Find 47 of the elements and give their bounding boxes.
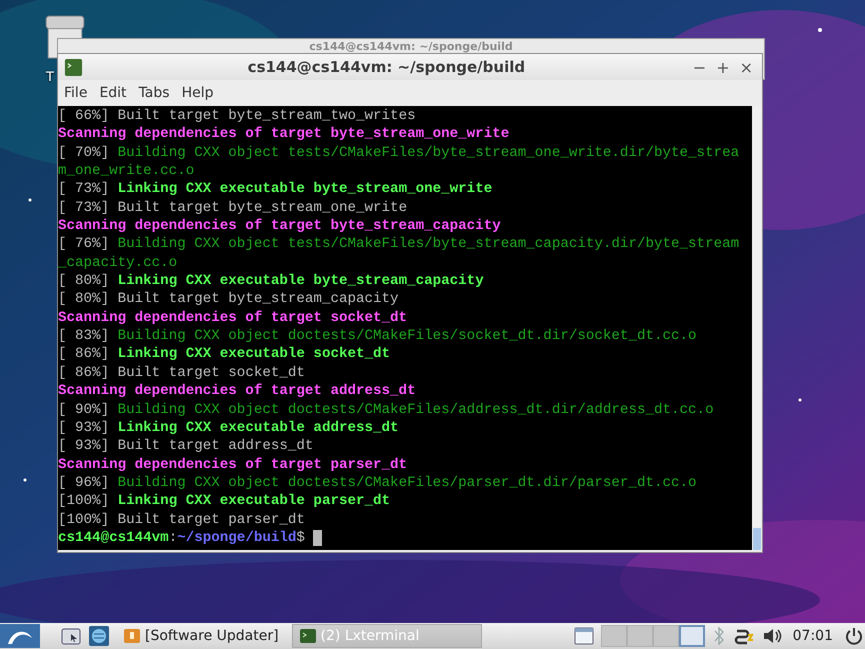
- scrollbar-thumb[interactable]: [753, 528, 761, 550]
- window-control[interactable]: ×: [736, 58, 756, 76]
- terminal-icon: [64, 58, 83, 76]
- window-control[interactable]: +: [713, 58, 733, 76]
- start-menu-icon[interactable]: [0, 623, 40, 649]
- terminal-line: [ 83%] Building CXX object doctests/CMakeFiles/socket_dt.dir/socket_dt.cc.o: [58, 327, 698, 346]
- clock[interactable]: 07:01: [792, 628, 833, 644]
- terminal-line: Scanning dependencies of target address_dt: [58, 382, 417, 400]
- text-cursor: [312, 530, 322, 546]
- menu-item[interactable]: Edit: [95, 85, 131, 101]
- terminal-line: Scanning dependencies of target socket_dt: [58, 308, 408, 328]
- terminal-line: m_one_write.cc.o: [58, 162, 196, 180]
- terminal-icon: [298, 627, 317, 645]
- menu-item[interactable]: File: [60, 85, 92, 101]
- prompt-line: cs144@cs144vm:~/sponge/build$: [58, 528, 305, 548]
- desktop-icon-label: T: [46, 70, 54, 85]
- terminal-line: [ 73%] Linking CXX executable byte_stream_one_write: [58, 180, 494, 199]
- workspace-button[interactable]: [678, 625, 705, 647]
- terminal-line: [100%] Built target parser_dt: [58, 510, 306, 529]
- window-icon[interactable]: [572, 625, 595, 647]
- window-title: cs144@cs144vm: ~/sponge/build: [309, 40, 513, 53]
- globe-icon[interactable]: [88, 625, 110, 647]
- terminal-line: [ 93%] Linking CXX executable address_dt: [58, 418, 400, 438]
- terminal-line: [ 70%] Building CXX object tests/CMakeFiles/byte_stream_one_write.dir/byte_strea: [58, 144, 740, 162]
- taskbar-button[interactable]: [Software Updater]: [116, 624, 286, 648]
- terminal-line: [ 86%] Built target socket_dt: [58, 364, 306, 382]
- power-icon[interactable]: [843, 625, 865, 647]
- terminal-line: [ 90%] Building CXX object doctests/CMakeFiles/address_dt.dir/address_dt.cc.o: [58, 400, 715, 419]
- terminal-line: _capacity.cc.o: [58, 254, 178, 272]
- terminal-line: Scanning dependencies of target parser_dt: [58, 456, 408, 474]
- terminal-line: [ 96%] Building CXX object doctests/CMakeFiles/parser_dt.dir/parser_dt.cc.o: [58, 474, 698, 492]
- terminal-line: [100%] Linking CXX executable parser_dt: [58, 492, 392, 511]
- terminal-line: [ 86%] Linking CXX executable socket_dt: [58, 345, 392, 364]
- terminal-line: [ 76%] Building CXX object tests/CMakeFiles/byte_stream_capacity.dir/byte_stream: [58, 235, 740, 254]
- menu-item[interactable]: Help: [178, 85, 218, 101]
- terminal-line: [ 73%] Built target byte_stream_one_write: [58, 198, 408, 218]
- window-title: cs144@cs144vm: ~/sponge/build: [246, 58, 526, 76]
- menu-item[interactable]: Tabs: [134, 85, 174, 101]
- terminal-line: [ 80%] Linking CXX executable byte_stream_capacity: [58, 272, 485, 290]
- terminal-line: Scanning dependencies of target byte_stream_one_write: [58, 125, 510, 144]
- terminal-line: [ 66%] Built target byte_stream_two_writes: [58, 107, 417, 126]
- terminal-line: Scanning dependencies of target byte_stream_capacity: [58, 217, 502, 236]
- terminal-line: [ 93%] Built target address_dt: [58, 437, 314, 456]
- package-icon: [123, 627, 141, 645]
- scrollbar[interactable]: [752, 106, 762, 550]
- window-control[interactable]: −: [690, 58, 710, 76]
- terminal-line: [ 80%] Built target byte_stream_capacity: [58, 290, 400, 309]
